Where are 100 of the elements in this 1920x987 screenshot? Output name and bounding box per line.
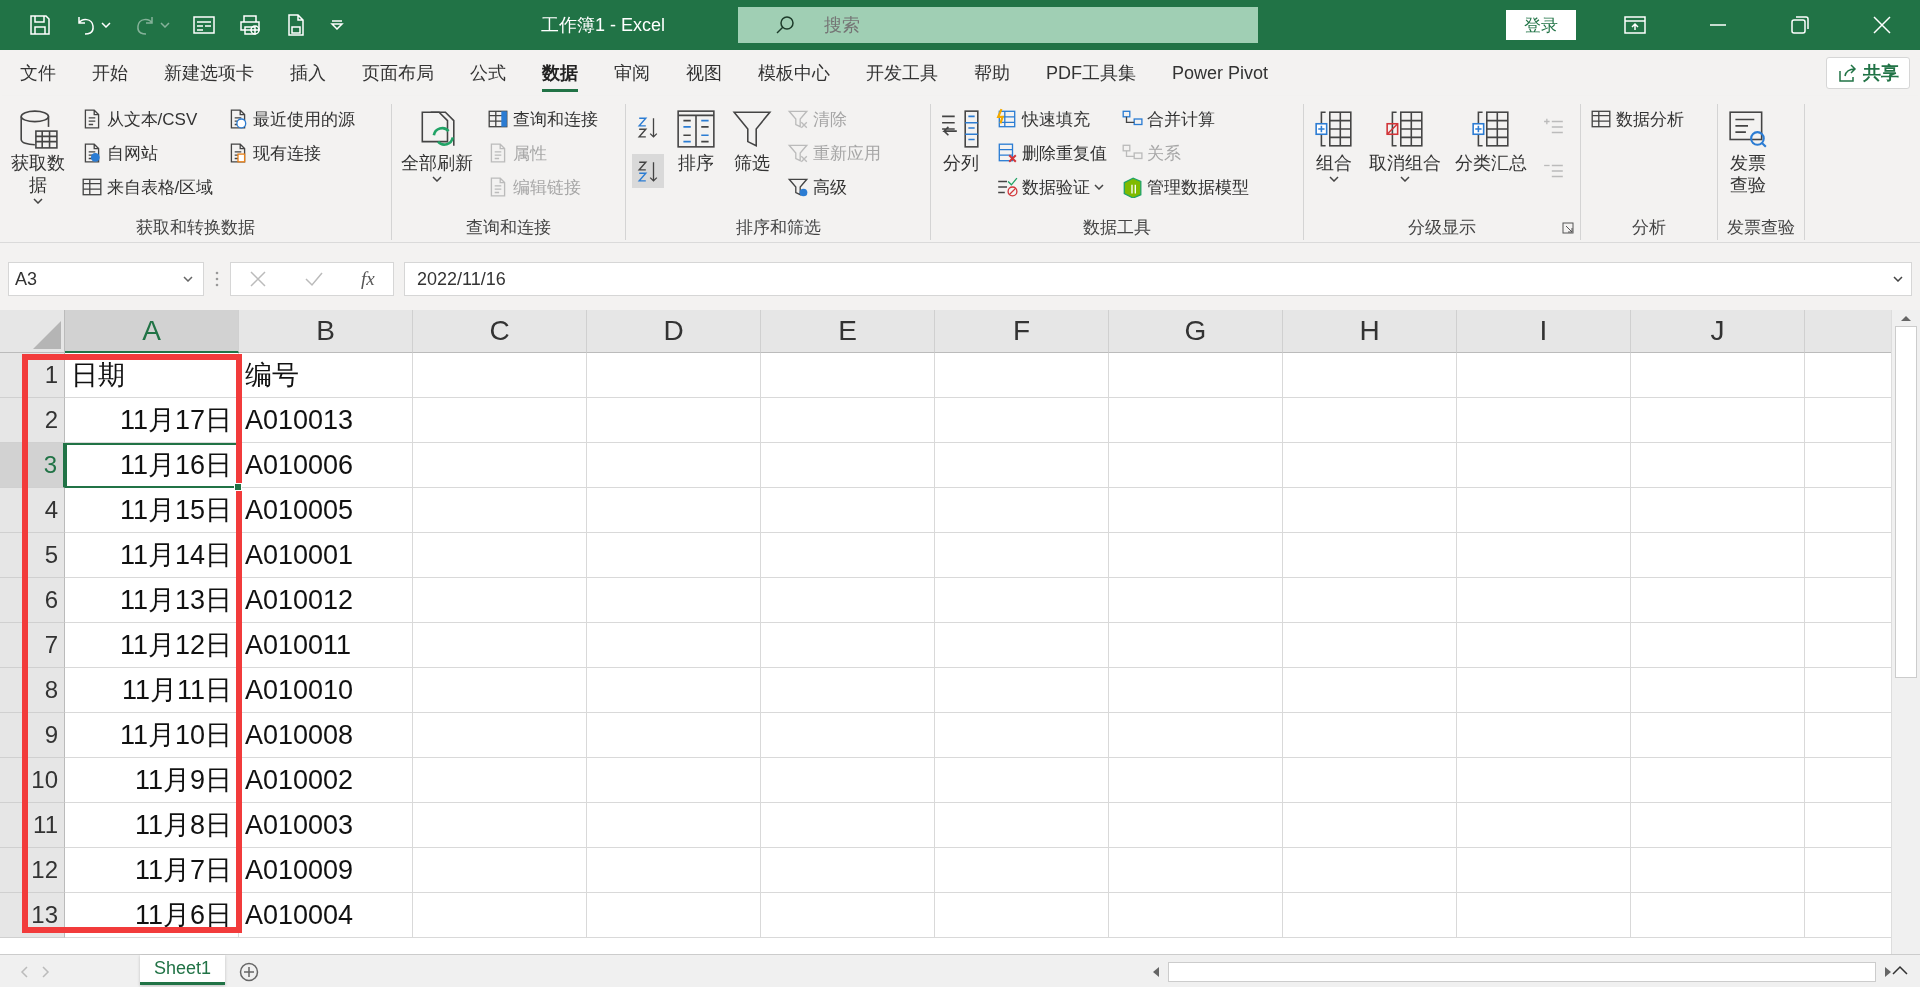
scroll-right-icon[interactable] — [1884, 966, 1892, 978]
login-button[interactable]: 登录 — [1506, 10, 1576, 40]
vertical-scrollbar[interactable] — [1891, 310, 1920, 954]
ribbon-button[interactable]: 发票查验 — [1724, 104, 1772, 198]
search-icon — [774, 14, 796, 36]
ribbon-tab[interactable]: Power Pivot — [1154, 50, 1287, 96]
reapply-filter-icon — [787, 142, 809, 164]
remove-duplicates-icon — [996, 142, 1018, 164]
search-field[interactable]: 搜索 — [738, 7, 1258, 43]
group-icon — [1313, 108, 1355, 150]
ribbon-button[interactable]: 分列 — [937, 104, 985, 176]
formula-field[interactable]: 2022/11/16 — [404, 262, 1912, 296]
column-header[interactable]: F — [935, 310, 1109, 353]
ribbon-tab[interactable]: 数据 — [524, 50, 596, 96]
ribbon-button[interactable]: 删除重复值 — [993, 138, 1110, 168]
ribbon-tab[interactable]: 开发工具 — [848, 50, 956, 96]
scroll-left-icon[interactable] — [1152, 966, 1160, 978]
ribbon-tab[interactable]: 审阅 — [596, 50, 668, 96]
collapse-ribbon-icon[interactable] — [1892, 965, 1908, 975]
ribbon-tab[interactable]: 模板中心 — [740, 50, 848, 96]
ribbon-button[interactable]: 高级 — [784, 172, 884, 202]
ribbon-tab[interactable]: PDF工具集 — [1028, 50, 1154, 96]
column-header[interactable]: A — [65, 310, 239, 353]
table-cell: A010006 — [239, 443, 413, 488]
ribbon-button[interactable]: 最近使用的源 — [224, 104, 359, 134]
ribbon-button[interactable]: 数据分析 — [1587, 104, 1687, 134]
ribbon-button[interactable]: 获取数据 — [6, 104, 70, 206]
row-header[interactable]: 6 — [0, 578, 65, 623]
insert-function-button[interactable]: fx — [360, 268, 375, 290]
column-header[interactable]: B — [239, 310, 413, 353]
ribbon-tab[interactable]: 公式 — [452, 50, 524, 96]
row-header[interactable]: 11 — [0, 803, 65, 848]
column-header[interactable]: E — [761, 310, 935, 353]
ribbon-button[interactable]: 现有连接 — [224, 138, 359, 168]
table-cell: A010009 — [239, 848, 413, 893]
customize-caret-icon[interactable] — [330, 20, 344, 30]
data-analysis-icon — [1590, 108, 1612, 130]
ribbon-button[interactable]: 组合 — [1310, 104, 1358, 184]
row-header[interactable]: 3 — [0, 443, 65, 488]
row-header[interactable]: 5 — [0, 533, 65, 578]
dialog-launcher-icon[interactable] — [1562, 222, 1574, 234]
ribbon-button[interactable]: 查询和连接 — [484, 104, 601, 134]
scroll-up-icon[interactable] — [1900, 314, 1912, 322]
more-options-icon — [214, 270, 220, 288]
table-cell: A010001 — [239, 533, 413, 578]
column-header[interactable]: G — [1109, 310, 1283, 353]
column-header[interactable]: J — [1631, 310, 1805, 353]
ribbon-button[interactable]: 从文本/CSV — [77, 104, 217, 134]
row-header[interactable]: 2 — [0, 398, 65, 443]
window-title: 工作簿1 - Excel — [540, 14, 666, 37]
ribbon-button[interactable]: 取消组合 — [1366, 104, 1444, 184]
subtotal-icon — [1470, 108, 1512, 150]
sort-icon — [675, 108, 717, 150]
ribbon-tab[interactable]: 开始 — [74, 50, 146, 96]
column-header[interactable]: H — [1283, 310, 1457, 353]
row-header[interactable]: 10 — [0, 758, 65, 803]
group-label: 获取和转换数据 — [136, 216, 255, 239]
ribbon-tab[interactable]: 帮助 — [956, 50, 1028, 96]
add-sheet-icon[interactable] — [239, 962, 260, 982]
ribbon-tab[interactable]: 新建选项卡 — [146, 50, 272, 96]
ribbon-tab[interactable]: 插入 — [272, 50, 344, 96]
ribbon-display-icon[interactable] — [1624, 15, 1646, 35]
ribbon-button[interactable]: 排序 — [672, 104, 720, 176]
ribbon-button[interactable]: 合并计算 — [1118, 104, 1252, 134]
ribbon-button[interactable]: 快速填充 — [993, 104, 1110, 134]
row-header[interactable]: 8 — [0, 668, 65, 713]
ribbon-button[interactable]: 自网站 — [77, 138, 217, 168]
ribbon-tab[interactable]: 视图 — [668, 50, 740, 96]
sheet-tab[interactable]: Sheet1 — [140, 955, 226, 985]
caret-icon — [1094, 184, 1104, 190]
search-input[interactable]: 搜索 — [822, 13, 1126, 37]
ribbon-button[interactable]: 数据验证 — [993, 172, 1110, 202]
column-header[interactable]: D — [587, 310, 761, 353]
close-icon[interactable] — [1872, 15, 1892, 35]
restore-icon[interactable] — [1790, 15, 1810, 35]
row-header[interactable]: 7 — [0, 623, 65, 668]
share-icon — [1837, 63, 1857, 83]
ribbon-button[interactable]: 来自表格/区域 — [77, 172, 217, 202]
table-cell: A010008 — [239, 713, 413, 758]
ribbon-button[interactable]: 全部刷新 — [398, 104, 476, 184]
name-box[interactable]: A3 — [8, 262, 204, 296]
printer-icon[interactable] — [238, 13, 262, 37]
ribbon-tab[interactable]: 文件 — [2, 50, 74, 96]
ribbon-button[interactable]: 分类汇总 — [1452, 104, 1530, 176]
group-label: 排序和筛选 — [735, 216, 821, 239]
table-cell: A010011 — [239, 623, 413, 668]
share-button[interactable]: 共享 — [1826, 57, 1910, 89]
ribbon-button[interactable]: 筛选 — [728, 104, 776, 176]
group-label: 查询和连接 — [466, 216, 551, 239]
ribbon-button[interactable]: 管理数据模型 — [1118, 172, 1252, 202]
caret-icon — [160, 22, 170, 28]
row-header[interactable]: 4 — [0, 488, 65, 533]
column-header[interactable]: C — [413, 310, 587, 353]
ribbon-tab[interactable]: 页面布局 — [344, 50, 452, 96]
form-icon[interactable] — [192, 13, 216, 37]
row-header[interactable]: 9 — [0, 713, 65, 758]
row-header[interactable]: 12 — [0, 848, 65, 893]
save-icon[interactable] — [28, 13, 52, 37]
column-header[interactable]: I — [1457, 310, 1631, 353]
ribbon-icon-button[interactable] — [632, 154, 664, 188]
